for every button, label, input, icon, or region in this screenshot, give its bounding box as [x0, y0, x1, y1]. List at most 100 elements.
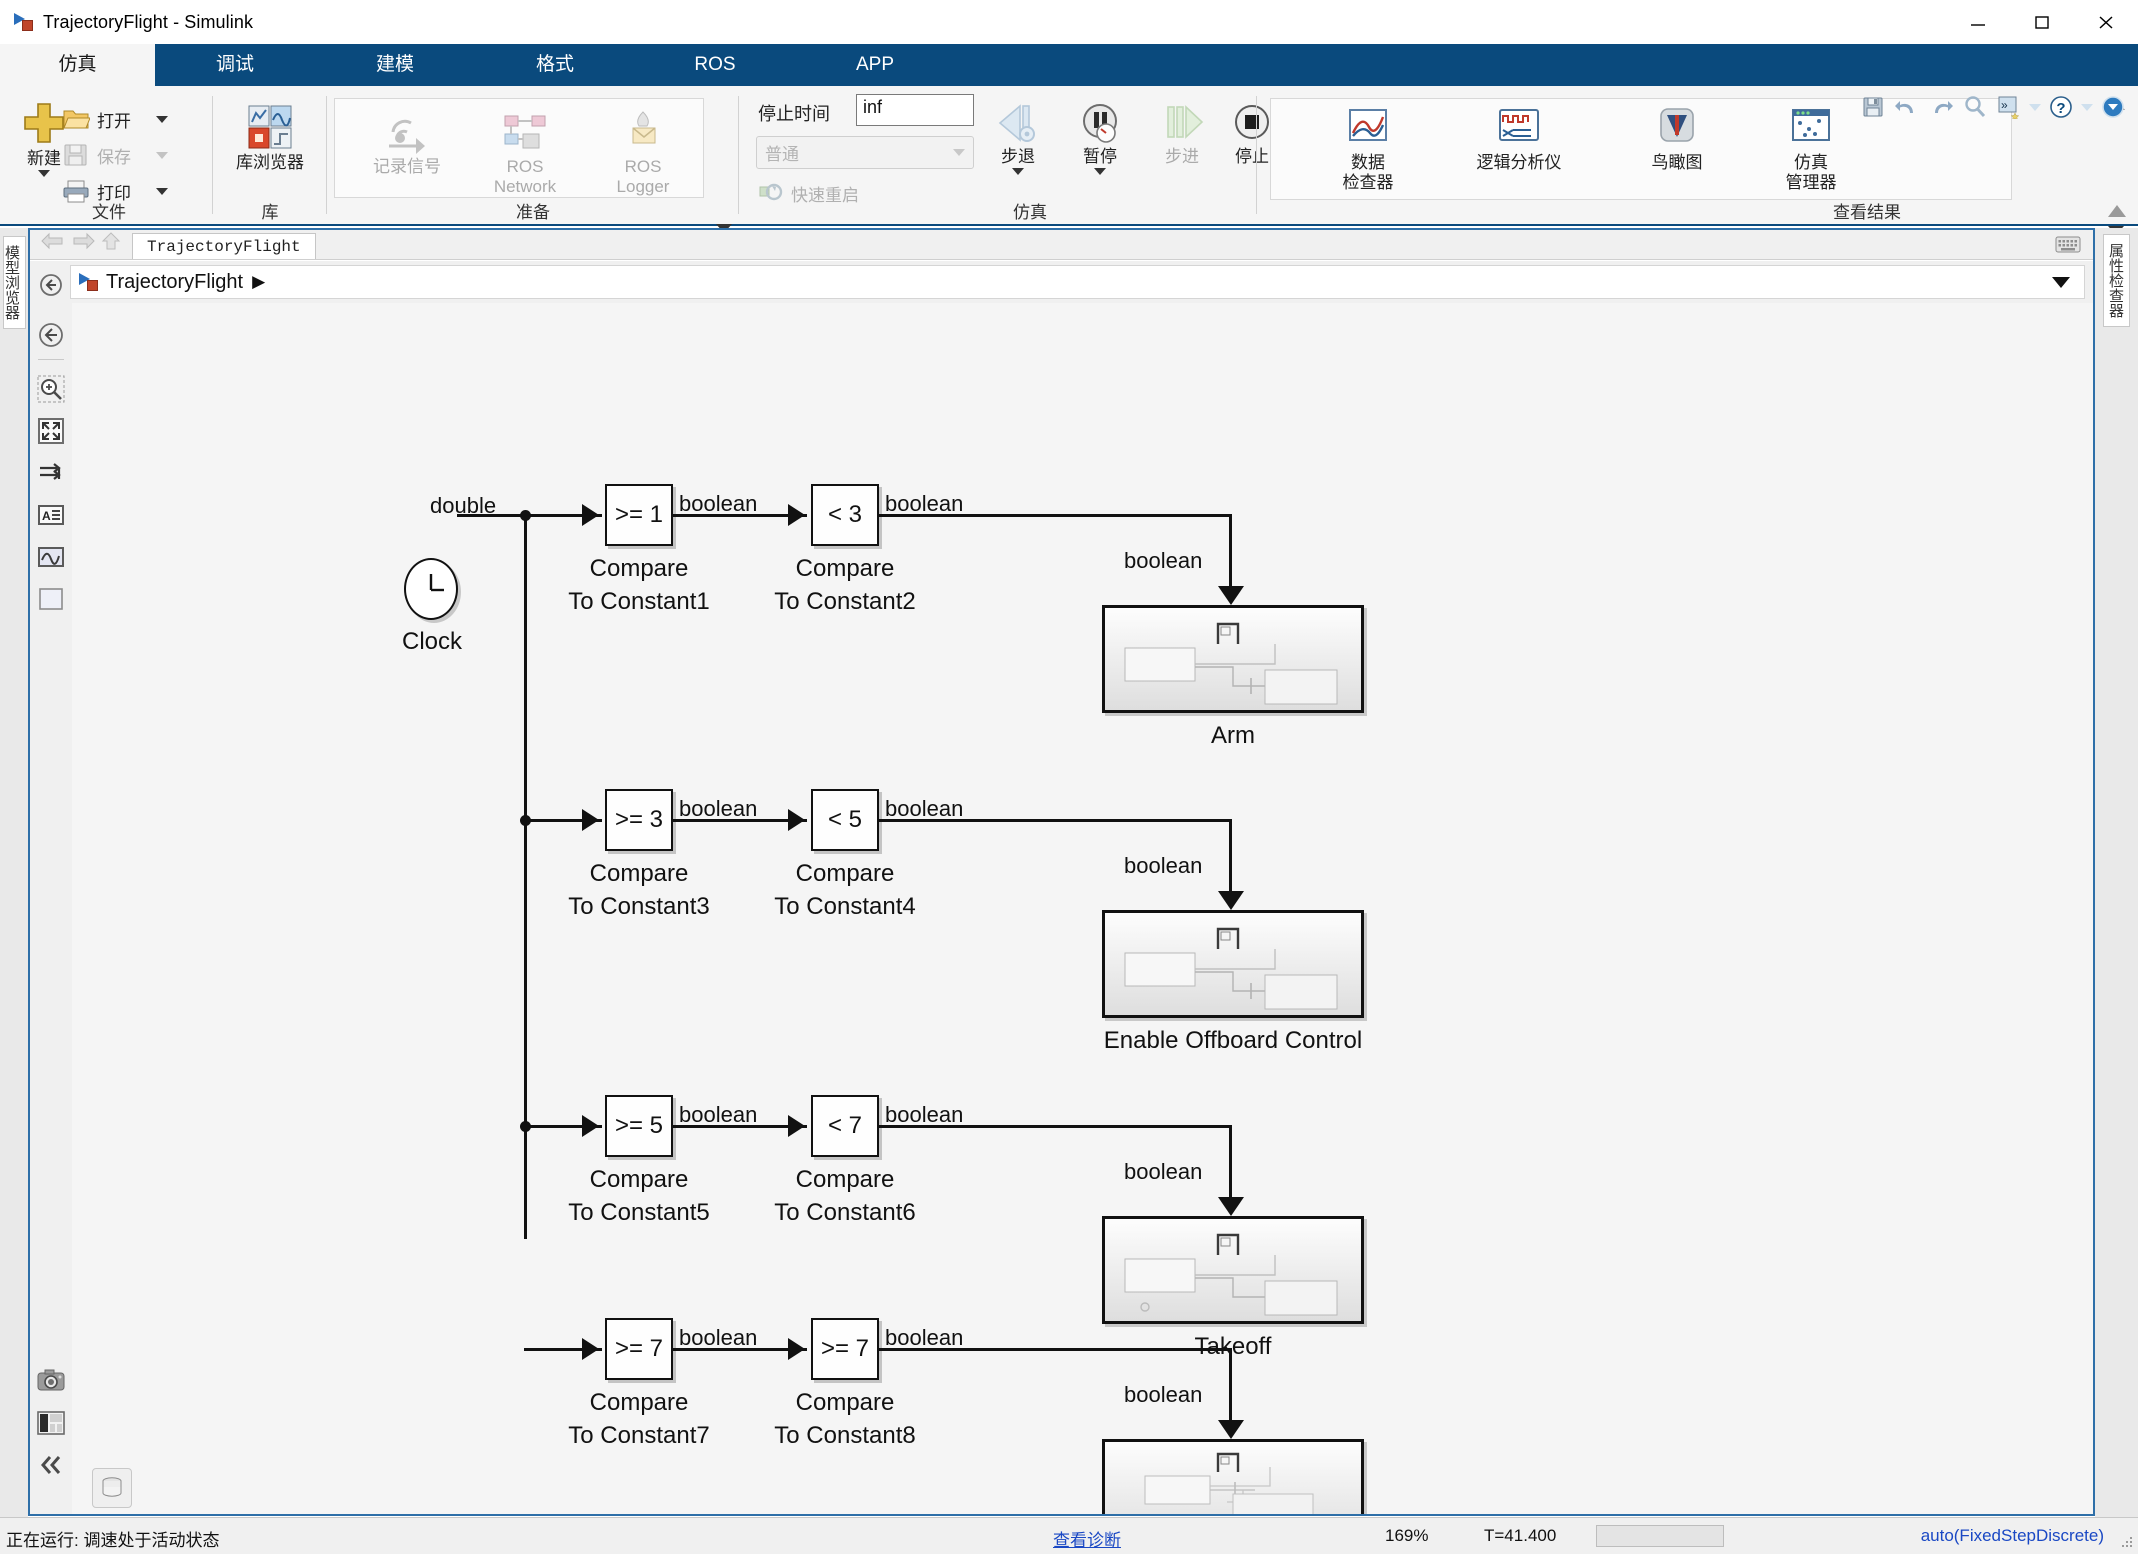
search-icon[interactable]	[1958, 91, 1992, 123]
pause-icon	[1083, 104, 1117, 143]
collapse-panel-icon[interactable]	[37, 1452, 65, 1480]
subsystem-thumbnail-icon	[1144, 1452, 1314, 1514]
fast-restart-label: 快速重启	[791, 185, 859, 205]
step-back-button: 步退	[978, 102, 1058, 175]
ribbon-body: 新建 打开 保存 打印 文件 库浏览器 库 记录信号 ROS Network R…	[0, 86, 2138, 235]
data-layers-icon[interactable]	[92, 1468, 132, 1508]
breadcrumb-arrow-icon: ▶	[252, 272, 266, 291]
wire-row1-mid	[673, 514, 807, 517]
subsystem-block-arm[interactable]	[1102, 605, 1364, 713]
save-icon[interactable]	[1856, 91, 1890, 123]
tab-ros[interactable]: ROS	[635, 44, 795, 86]
camera-snapshot-icon[interactable]	[37, 1368, 65, 1396]
help-caret-icon[interactable]	[2078, 91, 2096, 123]
tab-simulation[interactable]: 仿真	[0, 44, 155, 86]
keyboard-shortcuts-icon[interactable]	[2055, 236, 2081, 258]
rail-scroll-up-icon[interactable]	[2107, 202, 2127, 225]
pause-caret-icon[interactable]	[1094, 168, 1106, 175]
compare-block-8[interactable]: >= 7	[811, 1318, 879, 1380]
maximize-button[interactable]	[2010, 0, 2074, 44]
undo-icon[interactable]	[1890, 91, 1924, 123]
compare-block-5-label: Compare To Constant5	[568, 1166, 710, 1226]
compare-block-4[interactable]: < 5	[811, 789, 879, 851]
arrow-row4-in	[582, 1338, 599, 1360]
zoom-in-region-icon[interactable]	[37, 375, 65, 403]
scope-icon[interactable]	[37, 543, 65, 571]
signal-routing-icon[interactable]	[37, 459, 65, 487]
open-button[interactable]: 打开	[62, 104, 168, 134]
data-inspector-button[interactable]: 数据 检查器	[1312, 106, 1424, 193]
save-dropdown-caret-icon	[156, 151, 168, 159]
subsystem-block-trajectory-flight[interactable]	[1102, 1439, 1364, 1514]
ribbon-tab-strip: 仿真 调试 建模 格式 ROS APP » ?	[0, 44, 2138, 124]
library-browser-button[interactable]: 库浏览器	[230, 104, 310, 173]
svg-text:A: A	[42, 509, 51, 523]
stop-time-input[interactable]: inf	[856, 94, 974, 126]
stop-time-label: 停止时间	[758, 104, 830, 124]
print-dropdown-caret-icon[interactable]	[156, 187, 168, 195]
redo-icon[interactable]	[1924, 91, 1958, 123]
minimize-button[interactable]	[1946, 0, 2010, 44]
close-button[interactable]	[2074, 0, 2138, 44]
nav-forward-icon[interactable]	[70, 231, 96, 256]
compare-block-6[interactable]: < 7	[811, 1095, 879, 1157]
compare-block-1[interactable]: >= 1	[605, 484, 673, 546]
step-forward-label: 步进	[1165, 147, 1199, 166]
save-disk-icon	[64, 144, 87, 166]
property-inspector-tab[interactable]: 属性检查器	[2103, 234, 2130, 327]
arrow-row1-mid	[788, 504, 805, 526]
compare-block-3[interactable]: >= 3	[605, 789, 673, 851]
compare-block-2[interactable]: < 3	[811, 484, 879, 546]
tab-debug[interactable]: 调试	[155, 44, 315, 86]
nav-back-icon[interactable]	[40, 231, 66, 256]
simulation-mode-select[interactable]: 普通	[756, 136, 974, 169]
ribbon-group-simulate-label: 仿真	[1013, 203, 1047, 222]
solver-info[interactable]: auto(FixedStepDiscrete)	[1921, 1526, 2104, 1546]
compare-block-2-label: Compare To Constant2	[774, 555, 916, 615]
resize-grip-icon[interactable]	[2120, 1535, 2134, 1549]
help-icon[interactable]: ?	[2044, 91, 2078, 123]
pause-button[interactable]: 暂停	[1060, 102, 1140, 175]
navigate-back-icon[interactable]	[37, 321, 65, 349]
breadcrumb-dropdown-caret-icon[interactable]	[2052, 277, 2070, 288]
breadcrumb[interactable]: TrajectoryFlight ▶	[70, 265, 2085, 299]
file-tab-trajectoryflight[interactable]: TrajectoryFlight	[132, 233, 316, 259]
step-back-icon	[998, 104, 1035, 142]
breadcrumb-back-icon[interactable]	[39, 273, 63, 297]
tab-modeling[interactable]: 建模	[315, 44, 475, 86]
subsystem-3-in-signal: boolean	[1124, 1159, 1203, 1184]
tab-format[interactable]: 格式	[475, 44, 635, 86]
nav-up-icon[interactable]	[100, 231, 122, 256]
customize-caret-icon[interactable]	[2026, 91, 2044, 123]
diagnostics-link[interactable]: 查看诊断	[1053, 1526, 1121, 1551]
fit-to-view-icon[interactable]	[37, 417, 65, 445]
area-icon[interactable]	[37, 585, 65, 613]
model-browser-tab[interactable]: 模型浏览器	[3, 236, 26, 329]
wire-clock-out	[458, 514, 526, 517]
collapse-ribbon-icon[interactable]	[2096, 91, 2130, 123]
customize-icon[interactable]: »	[1992, 91, 2026, 123]
wire-row2-mid	[673, 819, 807, 822]
step-back-caret-icon[interactable]	[1012, 168, 1024, 175]
birdseye-scope-button[interactable]: 鸟瞰图	[1612, 106, 1742, 173]
clock-block-label: Clock	[401, 628, 462, 655]
zoom-level[interactable]: 169%	[1385, 1526, 1428, 1546]
subsystem-1-in-signal: boolean	[1124, 548, 1203, 573]
subsystem-block-enable-offboard-control[interactable]	[1102, 910, 1364, 1018]
compare-block-7[interactable]: >= 7	[605, 1318, 673, 1380]
subsystem-block-takeoff[interactable]	[1102, 1216, 1364, 1324]
open-dropdown-caret-icon[interactable]	[156, 115, 168, 123]
subsystem-2-label: Enable Offboard Control	[1103, 1027, 1363, 1054]
new-dropdown-caret-icon[interactable]	[38, 170, 50, 177]
ribbon-group-results-label: 查看结果	[1833, 203, 1901, 222]
arrow-row3-in	[582, 1115, 599, 1137]
tab-app[interactable]: APP	[795, 44, 955, 86]
annotation-icon[interactable]: A	[37, 501, 65, 529]
model-explorer-icon[interactable]	[37, 1410, 65, 1438]
compare-block-5[interactable]: >= 5	[605, 1095, 673, 1157]
step-forward-button: 步进	[1142, 102, 1222, 167]
logic-analyzer-button[interactable]: 逻辑分析仪	[1440, 106, 1598, 173]
window-controls	[1946, 0, 2138, 44]
block-diagram[interactable]: Clock double >= 1 Compare To Constant1 b…	[72, 303, 2093, 1514]
svg-text:»: »	[2001, 98, 2008, 112]
